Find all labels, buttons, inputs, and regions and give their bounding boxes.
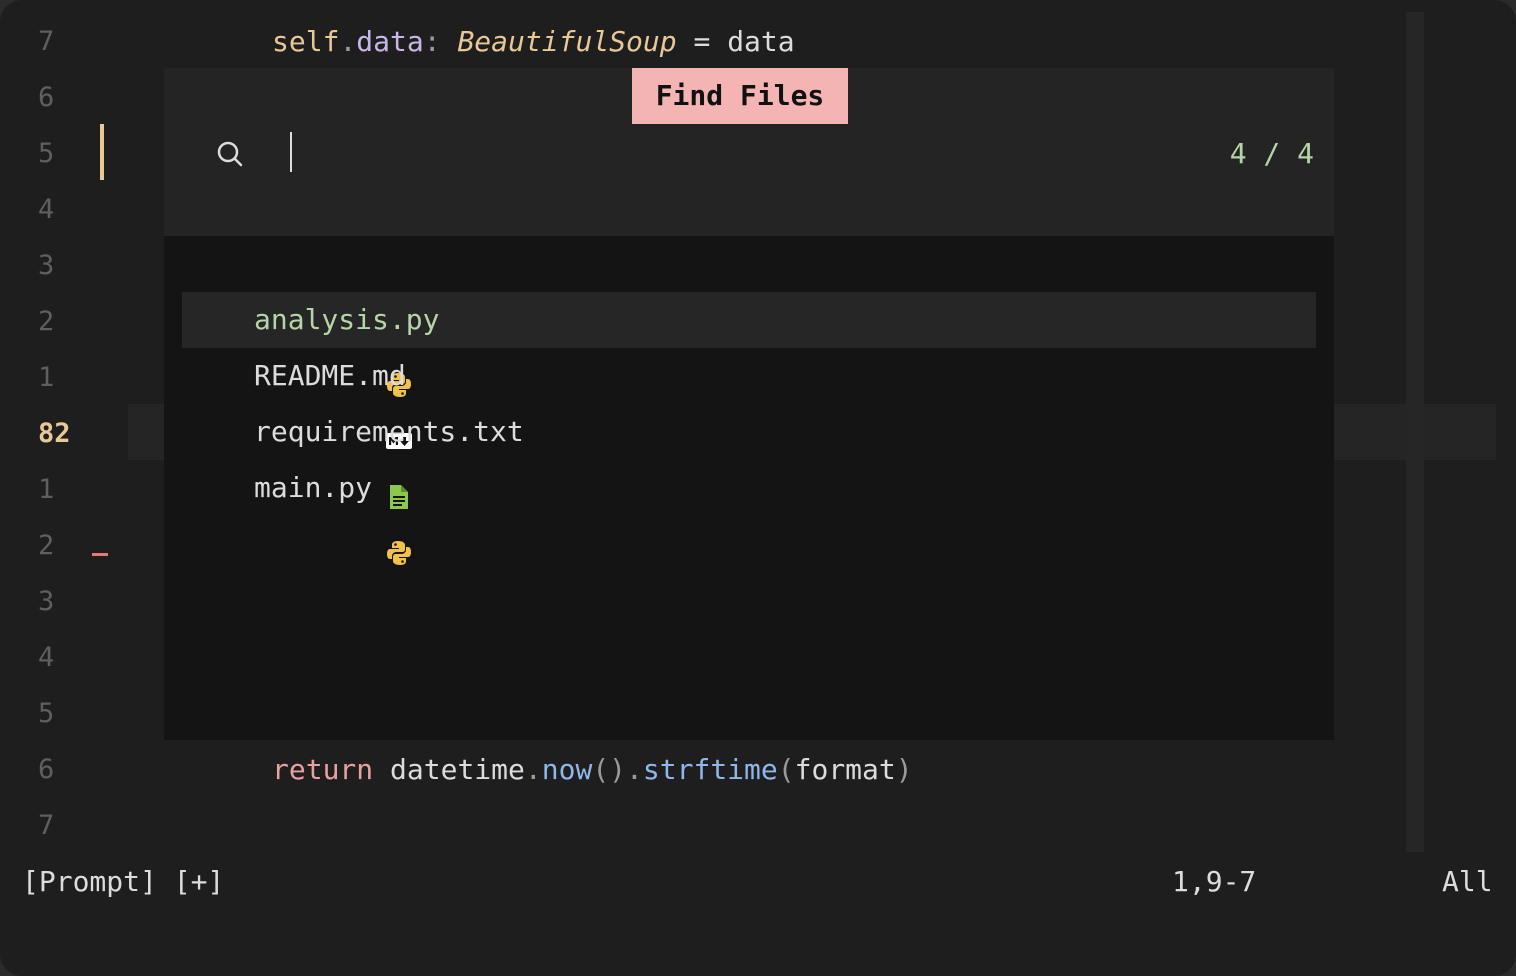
line-number: 2	[38, 306, 55, 337]
line-number: 7	[38, 810, 55, 841]
text-file-icon	[216, 418, 408, 509]
result-filename: requirements.txt	[254, 415, 524, 448]
result-count: 4 / 4	[1229, 137, 1314, 170]
python-icon	[216, 474, 411, 565]
find-files-picker: 4 / 4 Find Files analysis.py README.md r…	[164, 68, 1334, 740]
markdown-icon	[216, 362, 412, 449]
code-line-top: self.data: BeautifulSoup = data	[272, 25, 795, 58]
scrollbar[interactable]	[1406, 12, 1424, 852]
result-item[interactable]: main.py	[182, 460, 1316, 565]
line-number: 2	[38, 530, 55, 561]
python-icon	[216, 306, 411, 397]
statusline-buffer: [Prompt] [+]	[22, 865, 225, 898]
result-item-selected[interactable]: analysis.py	[182, 292, 1316, 397]
terminal-window: 7 6 5 4 3 2 1 82 1 2 3 4 5 6 7 self.data…	[0, 0, 1516, 976]
git-change-sign	[100, 124, 104, 180]
code-line-bottom: return datetime.now().strftime(format)	[272, 753, 913, 786]
result-filename: README.md	[254, 359, 406, 392]
statusline-scroll: All	[1442, 865, 1493, 898]
result-filename: analysis.py	[254, 303, 440, 336]
current-line-number: 82	[38, 418, 71, 449]
result-item[interactable]: requirements.txt	[182, 404, 1316, 509]
line-number: 1	[38, 474, 55, 505]
search-input[interactable]	[290, 132, 292, 172]
line-number: 6	[38, 82, 55, 113]
git-delete-sign	[92, 553, 108, 556]
line-number: 3	[38, 250, 55, 281]
line-number: 6	[38, 754, 55, 785]
search-icon	[216, 140, 244, 168]
line-number: 3	[38, 586, 55, 617]
line-number: 4	[38, 642, 55, 673]
line-number: 4	[38, 194, 55, 225]
line-number: 5	[38, 698, 55, 729]
result-filename: main.py	[254, 471, 373, 504]
line-number: 7	[38, 26, 55, 57]
line-number: 5	[38, 138, 55, 169]
picker-title: Find Files	[632, 68, 848, 124]
results-list: analysis.py README.md requirements.txt m…	[182, 292, 1316, 565]
line-number: 1	[38, 362, 55, 393]
statusline-position: 1,9-7	[1172, 865, 1257, 898]
result-item[interactable]: README.md	[182, 348, 1316, 449]
